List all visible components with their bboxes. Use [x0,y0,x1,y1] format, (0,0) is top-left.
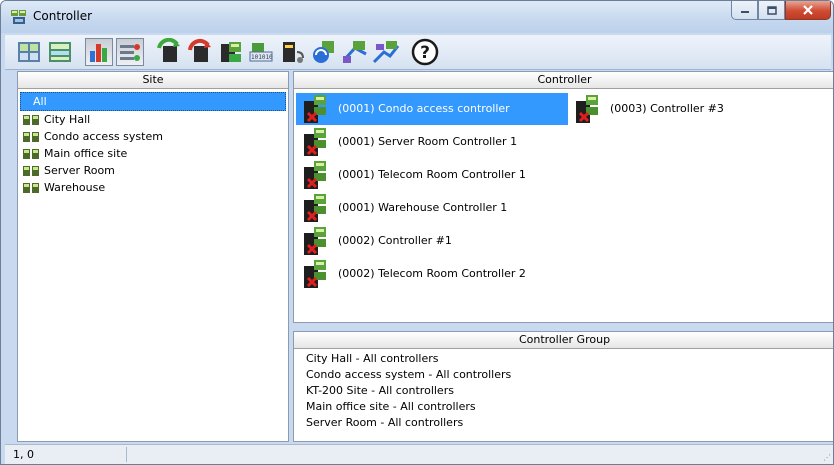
title-bar[interactable]: Controller [1,1,833,33]
resize-grip-icon[interactable]: ⋰ [823,453,831,462]
controller-label: (0001) Server Room Controller 1 [338,135,518,148]
help-button[interactable]: ? [411,38,439,66]
site-icon [23,182,39,193]
site-list-icon [49,42,71,62]
multi-network-icon [372,41,400,64]
controller-label: (0002) Telecom Room Controller 2 [338,267,526,280]
toolbar: 101010 ? [5,35,831,70]
status-position: 1, 0 [9,447,127,462]
controller-label: (0003) Controller #3 [610,102,724,115]
site-item-label: Main office site [44,147,128,160]
maximize-button[interactable] [758,1,785,20]
binary-data-icon: 101010 [249,43,273,62]
site-pane: Site All City Hall Condo access system M… [17,71,289,442]
site-icon [23,148,39,159]
app-controller-icon [11,10,26,24]
controller-offline-icon [304,260,326,288]
site-list-button[interactable] [46,38,74,66]
help-icon: ? [411,38,439,66]
site-item-label: Warehouse [44,181,106,194]
card-reader-icon [283,42,304,63]
site-item-label: Server Room [44,164,115,177]
status-bar: 1, 0 ⋰ [5,444,833,464]
controller-label: (0001) Condo access controller [338,102,510,115]
controller-item[interactable]: (0001) Telecom Room Controller 1 [296,159,530,191]
controller-item[interactable]: (0001) Server Room Controller 1 [296,126,521,158]
site-item-server-room[interactable]: Server Room [18,162,288,179]
site-icon [23,114,39,125]
controller-item[interactable]: (0002) Controller #1 [296,225,456,257]
controller-label: (0002) Controller #1 [338,234,452,247]
controller-window: Controller 101010 ? Site All City Hall C… [0,0,834,465]
bar-chart-button[interactable] [85,38,113,66]
network-icon [342,41,367,63]
controller-item[interactable]: (0003) Controller #3 [568,93,728,125]
multi-network-button[interactable] [372,38,400,66]
site-item-all[interactable]: All [20,92,286,111]
filter-sliders-button[interactable] [116,38,144,66]
refresh-green-button[interactable] [155,38,183,66]
site-view-icon [18,42,40,62]
pane-splitter[interactable] [293,323,833,331]
refresh-green-icon [157,38,180,62]
svg-text:?: ? [420,43,430,63]
binary-data-button[interactable]: 101010 [248,38,276,66]
controller-group-item[interactable]: Condo access system - All controllers [306,367,833,383]
site-item-label: City Hall [44,113,91,126]
minimize-icon [740,11,749,13]
controller-offline-icon [304,227,326,255]
network-button[interactable] [341,38,369,66]
maximize-icon [766,5,777,15]
sync-icon [313,41,334,63]
controller-offline-icon [576,95,598,123]
site-item-label: Condo access system [44,130,163,143]
site-item-label: All [33,95,47,108]
controller-header[interactable]: Controller [294,72,833,89]
controller-group-pane: Controller Group City Hall - All control… [293,331,833,442]
refresh-red-button[interactable] [186,38,214,66]
bar-chart-icon [90,44,107,62]
site-item-city-hall[interactable]: City Hall [18,111,288,128]
site-icon [23,165,39,176]
close-button[interactable] [785,1,831,20]
controller-offline-icon [304,95,326,123]
close-icon [803,5,813,15]
card-reader-button[interactable] [279,38,307,66]
site-icon [23,131,39,142]
site-item-main-office-site[interactable]: Main office site [18,145,288,162]
controller-label: (0001) Telecom Room Controller 1 [338,168,526,181]
controller-group-item[interactable]: Main office site - All controllers [306,399,833,415]
controller-item[interactable]: (0002) Telecom Room Controller 2 [296,258,530,290]
controller-group-header[interactable]: Controller Group [294,332,833,349]
sync-button[interactable] [310,38,338,66]
controller-group-item[interactable]: KT-200 Site - All controllers [306,383,833,399]
controller-label: (0001) Warehouse Controller 1 [338,201,508,214]
filter-sliders-icon [120,44,140,61]
site-view-button[interactable] [15,38,43,66]
controller-group-item[interactable]: Server Room - All controllers [306,415,833,431]
controller-offline-icon [304,194,326,222]
controller-item[interactable]: (0001) Warehouse Controller 1 [296,192,511,224]
window-title: Controller [33,9,93,23]
minimize-button[interactable] [731,1,758,20]
controller-list-button[interactable] [217,38,245,66]
svg-text:101010: 101010 [251,54,273,61]
controller-offline-icon [304,161,326,189]
controller-pane: Controller (0001) Condo access controlle… [293,71,833,323]
controller-list-icon [221,42,241,62]
controller-offline-icon [304,128,326,156]
site-item-warehouse[interactable]: Warehouse [18,179,288,196]
controller-group-item[interactable]: City Hall - All controllers [306,351,833,367]
site-item-condo-access-system[interactable]: Condo access system [18,128,288,145]
controller-group-list: City Hall - All controllers Condo access… [294,349,833,431]
site-header[interactable]: Site [18,72,288,89]
refresh-red-icon [188,38,211,62]
controller-item[interactable]: (0001) Condo access controller [296,93,568,125]
site-list: All City Hall Condo access system Main o… [18,89,288,196]
